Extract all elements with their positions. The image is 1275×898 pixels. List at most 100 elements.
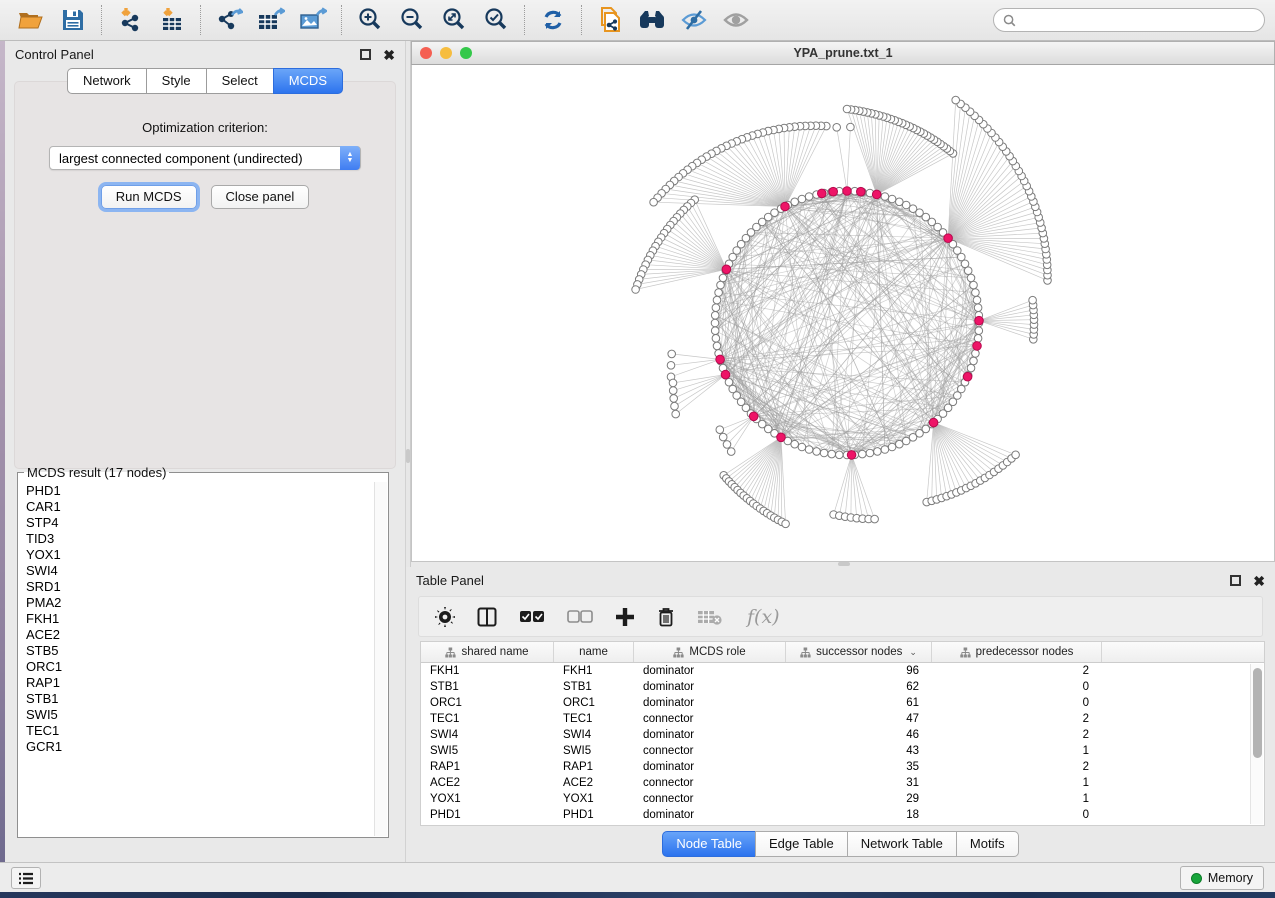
mcds-result-item[interactable]: SWI5: [26, 707, 374, 723]
graph-node[interactable]: [847, 123, 855, 131]
graph-hub-node[interactable]: [818, 189, 827, 198]
graph-node[interactable]: [632, 286, 640, 294]
graph-node[interactable]: [974, 304, 982, 312]
graph-node[interactable]: [828, 450, 836, 458]
mcds-result-item[interactable]: FKH1: [26, 611, 374, 627]
graph-node[interactable]: [711, 319, 719, 327]
mcds-result-item[interactable]: STP4: [26, 515, 374, 531]
graph-hub-node[interactable]: [857, 187, 866, 196]
graph-node[interactable]: [711, 327, 719, 335]
save-session-button[interactable]: [52, 3, 94, 37]
apply-function-button[interactable]: f(x): [747, 606, 780, 628]
graph-node[interactable]: [669, 379, 677, 387]
graph-node[interactable]: [713, 296, 721, 304]
mcds-result-item[interactable]: YOX1: [26, 547, 374, 563]
tab-edge-table[interactable]: Edge Table: [755, 831, 847, 857]
graph-node[interactable]: [712, 335, 720, 343]
zoom-in-button[interactable]: [349, 3, 391, 37]
column-header-name[interactable]: name: [554, 642, 634, 662]
splitter-handle[interactable]: [406, 449, 410, 463]
mcds-result-item[interactable]: GCR1: [26, 739, 374, 755]
tab-style[interactable]: Style: [146, 68, 206, 94]
network-titlebar[interactable]: YPA_prune.txt_1: [411, 41, 1275, 65]
mcds-result-item[interactable]: RAP1: [26, 675, 374, 691]
export-table-button[interactable]: [250, 3, 292, 37]
graph-node[interactable]: [833, 124, 841, 132]
graph-node[interactable]: [727, 448, 735, 456]
graph-node[interactable]: [820, 449, 828, 457]
graph-node[interactable]: [667, 362, 675, 370]
graph-hub-node[interactable]: [716, 355, 725, 364]
graph-node[interactable]: [972, 289, 980, 297]
graph-node[interactable]: [952, 96, 960, 104]
mcds-result-list[interactable]: PHD1CAR1STP4TID3YOX1SWI4SRD1PMA2FKH1ACE2…: [19, 482, 374, 836]
zoom-selected-button[interactable]: [475, 3, 517, 37]
search-input[interactable]: [1021, 12, 1255, 28]
refresh-view-button[interactable]: [532, 3, 574, 37]
show-details-button[interactable]: [715, 3, 757, 37]
graph-node[interactable]: [972, 350, 980, 358]
graph-node[interactable]: [805, 446, 813, 454]
graph-node[interactable]: [719, 274, 727, 282]
search-network-button[interactable]: [631, 3, 673, 37]
float-panel-icon[interactable]: [1230, 575, 1241, 586]
table-row[interactable]: PHD1PHD1dominator180: [421, 807, 1264, 823]
float-panel-icon[interactable]: [360, 49, 371, 60]
graph-node[interactable]: [813, 448, 821, 456]
graph-node[interactable]: [888, 443, 896, 451]
task-history-button[interactable]: [11, 867, 41, 889]
table-settings-button[interactable]: [435, 607, 455, 627]
graph-node[interactable]: [970, 357, 978, 365]
column-header-MCDS-role[interactable]: MCDS role: [634, 642, 786, 662]
import-network-button[interactable]: [109, 3, 151, 37]
mcds-result-item[interactable]: ACE2: [26, 627, 374, 643]
graph-hub-node[interactable]: [829, 187, 838, 196]
graph-hub-node[interactable]: [975, 316, 984, 325]
zoom-fit-button[interactable]: [433, 3, 475, 37]
graph-node[interactable]: [669, 387, 677, 395]
mcds-result-item[interactable]: TID3: [26, 531, 374, 547]
memory-button[interactable]: Memory: [1180, 866, 1264, 890]
graph-hub-node[interactable]: [749, 412, 758, 421]
column-header-shared-name[interactable]: shared name: [421, 642, 554, 662]
graph-node[interactable]: [723, 441, 731, 449]
select-all-button[interactable]: [519, 610, 545, 624]
graph-node[interactable]: [715, 289, 723, 297]
hide-details-button[interactable]: [673, 3, 715, 37]
splitter-handle[interactable]: [838, 562, 850, 566]
graph-node[interactable]: [712, 304, 720, 312]
graph-node[interactable]: [967, 274, 975, 282]
table-scrollbar[interactable]: [1250, 664, 1263, 824]
network-canvas[interactable]: [411, 65, 1275, 562]
tab-select[interactable]: Select: [206, 68, 273, 94]
table-row[interactable]: YOX1YOX1connector291: [421, 791, 1264, 807]
graph-node[interactable]: [871, 515, 879, 523]
graph-hub-node[interactable]: [944, 234, 953, 243]
graph-hub-node[interactable]: [781, 202, 790, 211]
column-header-predecessor-nodes[interactable]: predecessor nodes: [932, 642, 1102, 662]
mcds-result-item[interactable]: SWI4: [26, 563, 374, 579]
graph-node[interactable]: [859, 450, 867, 458]
table-row[interactable]: FKH1FKH1dominator962: [421, 663, 1264, 679]
zoom-out-button[interactable]: [391, 3, 433, 37]
graph-node[interactable]: [713, 342, 721, 350]
mcds-result-item[interactable]: STB5: [26, 643, 374, 659]
graph-node[interactable]: [798, 195, 806, 203]
graph-node[interactable]: [798, 443, 806, 451]
search-box[interactable]: [993, 8, 1265, 32]
tab-mcds[interactable]: MCDS: [273, 68, 343, 94]
delete-table-button[interactable]: [697, 608, 723, 626]
graph-node[interactable]: [805, 193, 813, 201]
tab-node-table[interactable]: Node Table: [662, 831, 755, 857]
table-row[interactable]: SWI5SWI5connector431: [421, 743, 1264, 759]
graph-node[interactable]: [881, 446, 889, 454]
mcds-result-item[interactable]: TEC1: [26, 723, 374, 739]
graph-node[interactable]: [896, 198, 904, 206]
table-row[interactable]: SWI4SWI4dominator462: [421, 727, 1264, 743]
graph-node[interactable]: [791, 440, 799, 448]
table-row[interactable]: ACE2ACE2connector311: [421, 775, 1264, 791]
graph-node[interactable]: [881, 193, 889, 201]
export-network-button[interactable]: [208, 3, 250, 37]
mcds-result-item[interactable]: PMA2: [26, 595, 374, 611]
criterion-select[interactable]: largest connected component (undirected)…: [49, 146, 361, 170]
